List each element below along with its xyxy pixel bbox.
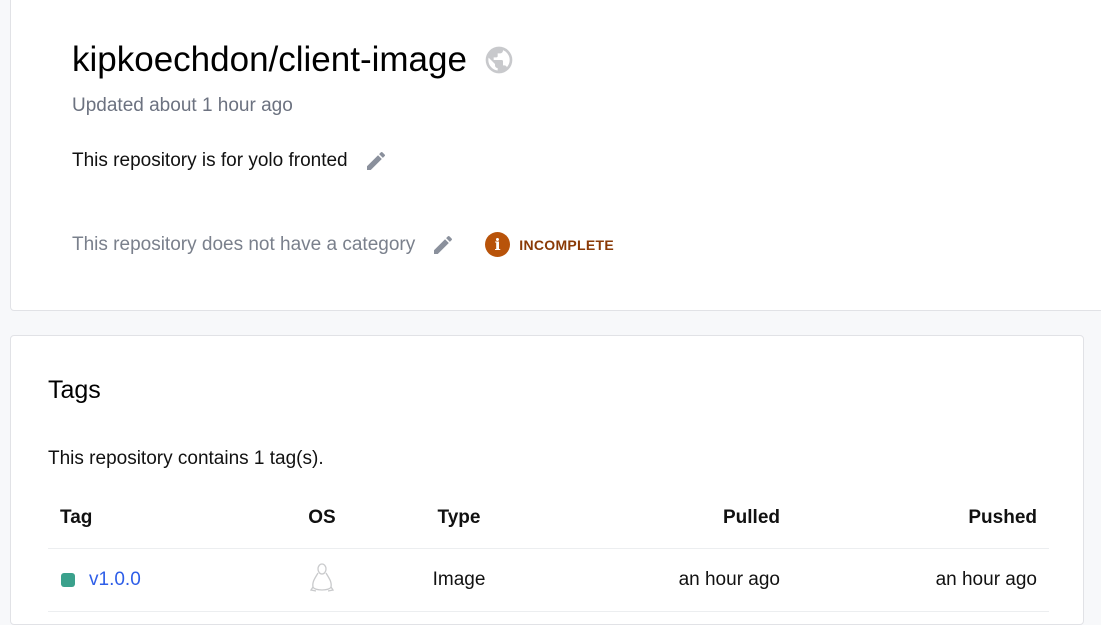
pulled-cell: an hour ago [535,548,792,612]
column-header-tag: Tag [48,488,261,549]
repository-title: kipkoechdon/client-image [72,40,515,80]
type-cell: Image [383,548,535,612]
updated-text: Updated about 1 hour ago [72,95,293,116]
tags-table: Tag OS Type Pulled Pushed v1.0.0 Image a… [48,488,1049,612]
edit-category-pencil-icon[interactable] [431,233,455,257]
edit-description-pencil-icon[interactable] [364,149,388,173]
description-row: This repository is for yolo fronted [72,149,388,173]
info-icon: i [485,232,511,257]
tags-heading: Tags [48,376,101,404]
pushed-cell: an hour ago [792,548,1049,612]
column-header-type: Type [383,488,535,549]
tags-card: Tags This repository contains 1 tag(s). … [10,335,1084,625]
category-row: This repository does not have a category… [72,232,614,257]
column-header-pulled: Pulled [535,488,792,549]
globe-icon [485,46,513,74]
linux-icon [309,563,335,592]
description-text: This repository is for yolo fronted [72,150,348,171]
os-cell [261,548,383,612]
table-row: v1.0.0 Image an hour ago an hour ago [48,548,1049,612]
category-text: This repository does not have a category [72,233,416,255]
tag-status-dot [61,573,75,587]
tag-link[interactable]: v1.0.0 [89,569,141,591]
tag-cell: v1.0.0 [48,548,261,612]
repository-name: kipkoechdon/client-image [72,40,467,79]
tag-count-text: This repository contains 1 tag(s). [48,448,324,469]
column-header-pushed: Pushed [792,488,1049,549]
status-badge-label: INCOMPLETE [519,236,615,253]
table-header-row: Tag OS Type Pulled Pushed [48,488,1049,549]
incomplete-status-badge: i INCOMPLETE [485,232,614,257]
column-header-os: OS [261,488,383,549]
repository-header-card: kipkoechdon/client-image Updated about 1… [10,0,1101,311]
